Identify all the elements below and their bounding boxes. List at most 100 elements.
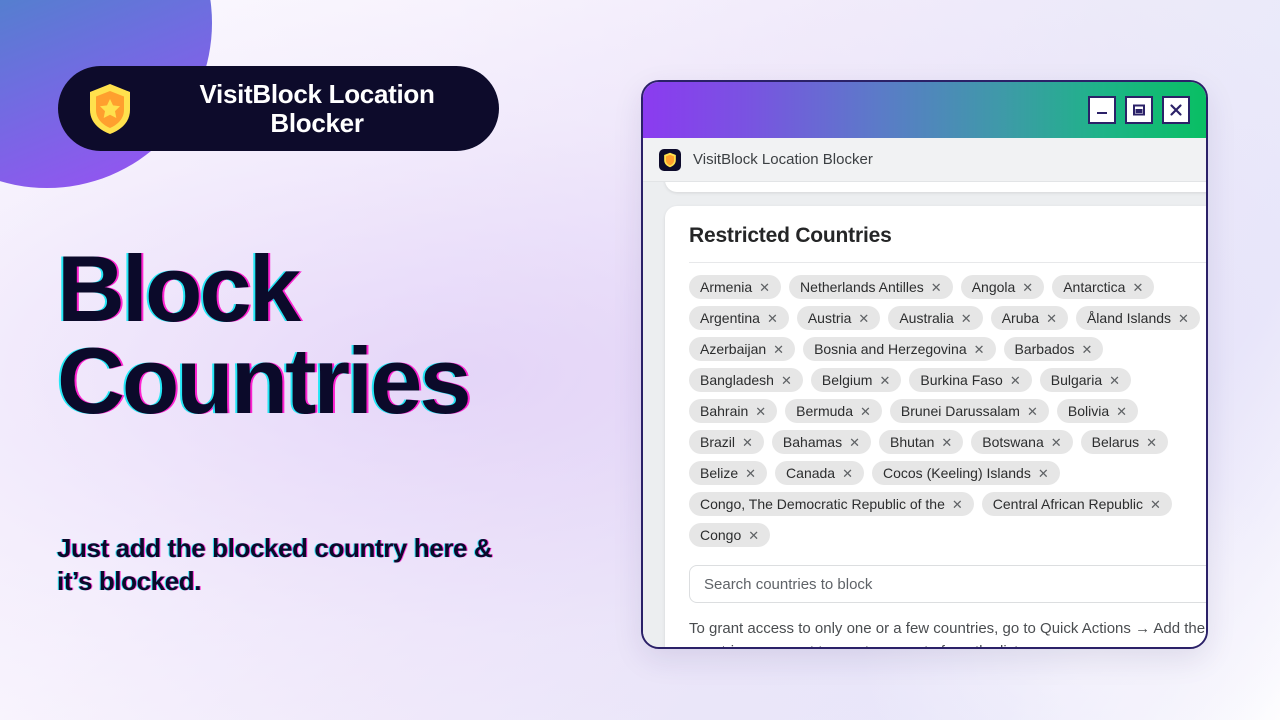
maximize-icon[interactable] xyxy=(1125,96,1153,124)
remove-country-icon[interactable]: ✕ xyxy=(1150,498,1161,511)
remove-country-icon[interactable]: ✕ xyxy=(1132,281,1143,294)
remove-country-icon[interactable]: ✕ xyxy=(1146,436,1157,449)
remove-country-icon[interactable]: ✕ xyxy=(1081,343,1092,356)
remove-country-icon[interactable]: ✕ xyxy=(1022,281,1033,294)
country-chip[interactable]: Argentina ✕ xyxy=(689,306,789,330)
remove-country-icon[interactable]: ✕ xyxy=(759,281,770,294)
remove-country-icon[interactable]: ✕ xyxy=(1178,312,1189,325)
country-chip-label: Bermuda xyxy=(796,403,853,419)
remove-country-icon[interactable]: ✕ xyxy=(974,343,985,356)
app-window: VisitBlock Location Blocker Restricted C… xyxy=(641,80,1208,649)
country-chip[interactable]: Azerbaijan ✕ xyxy=(689,337,796,361)
remove-country-icon[interactable]: ✕ xyxy=(745,467,756,480)
remove-country-icon[interactable]: ✕ xyxy=(748,529,759,542)
remove-country-icon[interactable]: ✕ xyxy=(842,467,853,480)
country-chip[interactable]: Netherlands Antilles ✕ xyxy=(789,275,953,299)
country-chip-label: Belgium xyxy=(821,372,873,388)
remove-country-icon[interactable]: ✕ xyxy=(1109,374,1120,387)
app-shield-icon xyxy=(659,148,681,171)
country-chip-label: Bahrain xyxy=(700,403,749,419)
remove-country-icon[interactable]: ✕ xyxy=(1038,467,1049,480)
remove-country-icon[interactable]: ✕ xyxy=(952,498,963,511)
remove-country-icon[interactable]: ✕ xyxy=(941,436,952,449)
country-chip[interactable]: Cocos (Keeling) Islands ✕ xyxy=(872,461,1060,485)
country-chip-label: Bahamas xyxy=(782,434,843,450)
country-chip[interactable]: Central African Republic ✕ xyxy=(981,492,1172,516)
country-chip-label: Bolivia xyxy=(1067,403,1110,419)
search-placeholder-text: Search countries to block xyxy=(704,575,873,593)
minimize-icon[interactable] xyxy=(1088,96,1116,124)
country-chip[interactable]: Bosnia and Herzegovina ✕ xyxy=(803,337,996,361)
search-countries-input[interactable]: Search countries to block xyxy=(689,565,1206,603)
country-chip-label: Botswana xyxy=(982,434,1044,450)
remove-country-icon[interactable]: ✕ xyxy=(879,374,890,387)
country-chip[interactable]: Brazil ✕ xyxy=(689,430,764,454)
country-chip[interactable]: Australia ✕ xyxy=(888,306,983,330)
country-chip[interactable]: Congo ✕ xyxy=(689,523,771,547)
country-chip-label: Austria xyxy=(807,310,852,326)
country-chip-label: Congo xyxy=(700,527,742,543)
restricted-countries-card: Restricted Countries Armenia ✕ Netherlands… xyxy=(665,206,1206,647)
country-chip-label: Netherlands Antilles xyxy=(800,279,924,295)
country-chip-list: Armenia ✕ Netherlands Antilles ✕ Angola ✕ Anta… xyxy=(665,275,1206,547)
remove-country-icon[interactable]: ✕ xyxy=(1116,405,1127,418)
brand-title-line1: VisitBlock Location xyxy=(199,79,435,110)
country-chip[interactable]: Bahrain ✕ xyxy=(689,399,778,423)
remove-country-icon[interactable]: ✕ xyxy=(1046,312,1057,325)
remove-country-icon[interactable]: ✕ xyxy=(755,405,766,418)
country-chip-label: Bhutan xyxy=(889,434,935,450)
country-chip[interactable]: Belize ✕ xyxy=(689,461,768,485)
remove-country-icon[interactable]: ✕ xyxy=(860,405,871,418)
country-chip[interactable]: Burkina Faso ✕ xyxy=(909,368,1032,392)
country-chip[interactable]: Bulgaria ✕ xyxy=(1039,368,1132,392)
country-chip[interactable]: Antarctica ✕ xyxy=(1052,275,1155,299)
remove-country-icon[interactable]: ✕ xyxy=(849,436,860,449)
country-chip[interactable]: Bolivia ✕ xyxy=(1056,399,1139,423)
marketing-column: VisitBlock Location Blocker Block Countr… xyxy=(0,0,640,720)
country-chip-label: Brazil xyxy=(700,434,736,450)
country-chip[interactable]: Belgium ✕ xyxy=(810,368,902,392)
country-chip[interactable]: Bhutan ✕ xyxy=(878,430,964,454)
remove-country-icon[interactable]: ✕ xyxy=(931,281,942,294)
country-chip-label: Burkina Faso xyxy=(920,372,1003,388)
app-title-text: VisitBlock Location Blocker xyxy=(693,151,873,168)
remove-country-icon[interactable]: ✕ xyxy=(858,312,869,325)
country-chip[interactable]: Austria ✕ xyxy=(796,306,881,330)
hero-subline: Just add the blocked country here & it’s… xyxy=(57,533,493,596)
country-chip[interactable]: Bahamas ✕ xyxy=(771,430,871,454)
country-chip[interactable]: Angola ✕ xyxy=(960,275,1045,299)
remove-country-icon[interactable]: ✕ xyxy=(961,312,972,325)
remove-country-icon[interactable]: ✕ xyxy=(767,312,778,325)
headline-line2: Countries xyxy=(57,328,472,434)
country-chip[interactable]: Belarus ✕ xyxy=(1080,430,1169,454)
country-chip[interactable]: Bermuda ✕ xyxy=(785,399,882,423)
country-chip[interactable]: Aruba ✕ xyxy=(990,306,1068,330)
close-icon[interactable] xyxy=(1162,96,1190,124)
country-chip[interactable]: Botswana ✕ xyxy=(971,430,1073,454)
remove-country-icon[interactable]: ✕ xyxy=(1051,436,1062,449)
remove-country-icon[interactable]: ✕ xyxy=(742,436,753,449)
country-chip-label: Belize xyxy=(700,465,739,481)
country-chip-label: Congo, The Democratic Republic of the xyxy=(700,496,945,512)
restricted-countries-hint: To grant access to only one or a few cou… xyxy=(689,620,1206,647)
country-chip[interactable]: Canada ✕ xyxy=(775,461,864,485)
card-divider xyxy=(689,262,1206,263)
remove-country-icon[interactable]: ✕ xyxy=(781,374,792,387)
headline-line1: Block xyxy=(57,236,301,341)
remove-country-icon[interactable]: ✕ xyxy=(1010,374,1021,387)
remove-country-icon[interactable]: ✕ xyxy=(773,343,784,356)
country-chip-label: Angola xyxy=(971,279,1016,295)
app-titlebar: VisitBlock Location Blocker xyxy=(643,138,1206,182)
country-chip[interactable]: Armenia ✕ xyxy=(689,275,782,299)
country-chip-label: Central African Republic xyxy=(992,496,1143,512)
app-content-viewport[interactable]: Restricted Countries Armenia ✕ Netherlands… xyxy=(643,182,1206,647)
country-chip[interactable]: Brunei Darussalam ✕ xyxy=(889,399,1049,423)
country-chip[interactable]: Åland Islands ✕ xyxy=(1075,306,1200,330)
country-chip-label: Australia xyxy=(899,310,954,326)
country-chip[interactable]: Bangladesh ✕ xyxy=(689,368,803,392)
remove-country-icon[interactable]: ✕ xyxy=(1027,405,1038,418)
country-chip-label: Bosnia and Herzegovina xyxy=(814,341,967,357)
country-chip[interactable]: Congo, The Democratic Republic of the ✕ xyxy=(689,492,974,516)
country-chip[interactable]: Barbados ✕ xyxy=(1003,337,1104,361)
country-chip-label: Canada xyxy=(786,465,836,481)
